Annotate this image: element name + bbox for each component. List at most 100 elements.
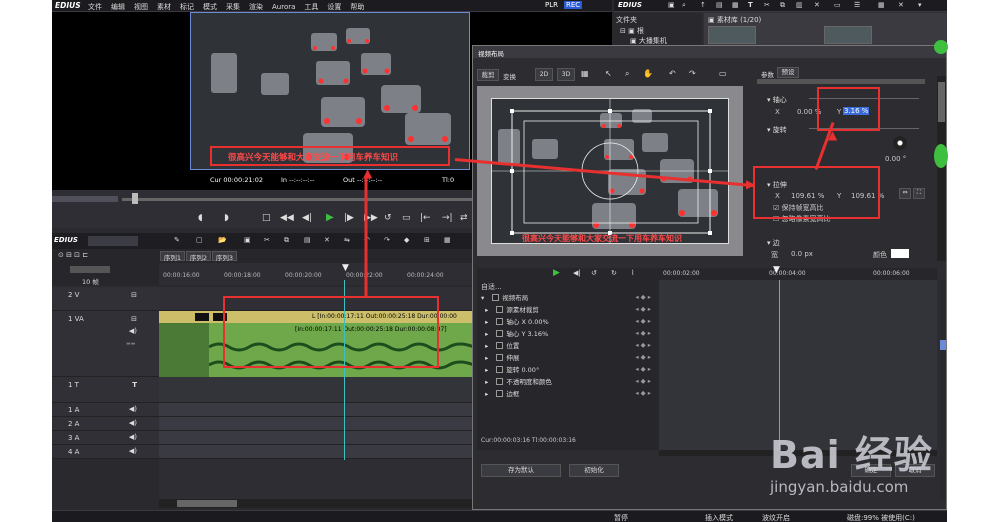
- status-ripple[interactable]: 波纹开启: [762, 513, 790, 522]
- property-row[interactable]: ▸ 位置 ◂ ◆ ▸: [481, 340, 653, 351]
- property-row[interactable]: ▸ 旋转 0.00° ◂ ◆ ▸: [481, 364, 653, 375]
- output-icon[interactable]: ▭: [402, 213, 411, 223]
- dialog-undo-icon[interactable]: ↶: [669, 69, 676, 78]
- speaker-icon[interactable]: ◀): [129, 419, 137, 427]
- keyframe-prev-icon[interactable]: ◀|: [573, 269, 581, 277]
- bin-search-icon[interactable]: ⌕: [682, 1, 686, 10]
- border-section[interactable]: ▾ 边: [767, 238, 780, 248]
- bin-paste-icon[interactable]: ▥: [796, 1, 803, 9]
- track-header[interactable]: 2 A ◀): [52, 417, 159, 431]
- dialog-redo-icon[interactable]: ↷: [689, 69, 696, 78]
- rotation-section[interactable]: ▾ 旋转: [767, 125, 787, 135]
- set-out-icon[interactable]: ◗: [224, 213, 229, 223]
- initialize-button[interactable]: 初始化: [569, 464, 619, 477]
- bin-menu-icon[interactable]: ▾: [918, 1, 922, 9]
- property-row[interactable]: ▸ 轴心 Y 3.16% ◂ ◆ ▸: [481, 328, 653, 339]
- timeline-track[interactable]: [159, 377, 474, 403]
- border-color-swatch[interactable]: [891, 249, 909, 258]
- track-tool-icon[interactable]: ⊙ ⊟ ⊡ ⊏: [58, 251, 88, 259]
- track-header[interactable]: 4 A ◀): [52, 445, 159, 459]
- bin-add-icon[interactable]: ▤: [716, 1, 723, 9]
- bin-copy-icon[interactable]: ⧉: [780, 1, 785, 10]
- step-back-icon[interactable]: ◀|: [302, 213, 312, 223]
- bin-folder-icon[interactable]: ▣: [668, 1, 675, 9]
- open-project-icon[interactable]: 📂: [218, 236, 227, 244]
- hand-tool-icon[interactable]: ✋: [643, 69, 653, 78]
- menu-view[interactable]: 视图: [134, 2, 148, 12]
- timeline-track[interactable]: [159, 403, 474, 417]
- bin-title-icon[interactable]: T: [748, 1, 753, 9]
- menu-edit[interactable]: 编辑: [111, 2, 125, 12]
- timeline-track[interactable]: [159, 445, 474, 459]
- timeline-track[interactable]: [159, 417, 474, 431]
- zoom-level[interactable]: 10 帧: [82, 276, 99, 286]
- paste-icon[interactable]: ▤: [304, 236, 311, 244]
- save-icon[interactable]: ▣: [244, 236, 251, 244]
- bin-list-icon[interactable]: ☰: [854, 1, 860, 9]
- tab-parameters[interactable]: 参数: [761, 69, 774, 79]
- mode-3d-button[interactable]: 3D: [557, 68, 575, 81]
- keyframe-loop-icon[interactable]: ↺: [591, 269, 597, 277]
- tab-presets[interactable]: 预设: [777, 67, 799, 78]
- menu-help[interactable]: 帮助: [350, 2, 364, 12]
- keyframe-reset-icon[interactable]: ↻: [611, 269, 617, 277]
- track-header[interactable]: 1 TT: [52, 377, 159, 403]
- loop-icon[interactable]: ↺: [384, 213, 392, 223]
- track-lock-icon[interactable]: ⊟: [131, 291, 137, 299]
- select-tool-icon[interactable]: ↖: [605, 69, 612, 78]
- insert-icon[interactable]: |←: [420, 213, 431, 223]
- bin-color-icon[interactable]: ▦: [732, 1, 739, 9]
- dialog-playhead-icon[interactable]: ▼: [773, 265, 780, 275]
- bin-grid-icon[interactable]: ▦: [878, 1, 885, 9]
- property-row[interactable]: ▾ 视频布局 ◂ ◆ ▸: [481, 292, 653, 303]
- border-width-value[interactable]: 0.0 px: [791, 250, 813, 258]
- speaker-icon[interactable]: ◀): [129, 447, 137, 455]
- timeline-track[interactable]: [159, 431, 474, 445]
- plr-label[interactable]: PLR: [545, 1, 558, 9]
- render-icon[interactable]: ▦: [444, 236, 451, 244]
- copy-icon[interactable]: ⧉: [284, 236, 289, 245]
- timeline-scrollbar[interactable]: [159, 499, 474, 508]
- cut-mode-icon[interactable]: ✎: [174, 236, 180, 244]
- speaker-icon[interactable]: ◀): [129, 405, 137, 413]
- property-row[interactable]: ▸ 伸展 ◂ ◆ ▸: [481, 352, 653, 363]
- rec-label[interactable]: REC: [564, 1, 583, 9]
- grid-toggle-icon[interactable]: ▦: [581, 69, 589, 78]
- save-default-button[interactable]: 存为默认: [481, 464, 561, 477]
- tab-sequence-2[interactable]: 序列2: [186, 251, 211, 262]
- tab-sequence-1[interactable]: 序列1: [160, 251, 185, 262]
- seek-handle[interactable]: [132, 193, 138, 204]
- folder-root[interactable]: ⊟ ▣ 根: [620, 26, 644, 36]
- step-forward-icon[interactable]: |▶: [344, 213, 354, 223]
- replace-icon[interactable]: ⇄: [460, 213, 468, 223]
- menu-settings[interactable]: 设置: [327, 2, 341, 12]
- stretch-width-button[interactable]: ⇔: [899, 188, 911, 199]
- keyframe-graph-icon[interactable]: ⌇: [631, 269, 634, 277]
- tab-transform[interactable]: 变换: [503, 71, 516, 81]
- menu-mode[interactable]: 模式: [203, 2, 217, 12]
- bin-close-icon[interactable]: ✕: [898, 1, 904, 9]
- bin-up-icon[interactable]: ↑: [700, 1, 706, 9]
- rotation-value[interactable]: 0.00 °: [885, 155, 906, 163]
- seek-bar[interactable]: [122, 198, 472, 201]
- track-header[interactable]: 2 V ⊟: [52, 287, 159, 311]
- tab-sequence-3[interactable]: 序列3: [212, 251, 237, 262]
- pivot-section[interactable]: ▾ 轴心: [767, 95, 787, 105]
- track-header[interactable]: 1 VA ⊟ ◀) ▬▬: [52, 311, 159, 377]
- menu-capture[interactable]: 采集: [226, 2, 240, 12]
- menu-tools[interactable]: 工具: [304, 2, 318, 12]
- bin-monitor-icon[interactable]: ▭: [834, 1, 841, 9]
- bin-delete-icon[interactable]: ✕: [814, 1, 820, 9]
- auto-dropdown[interactable]: 自适...: [481, 282, 502, 292]
- menu-marker[interactable]: 标记: [180, 2, 194, 12]
- tab-crop[interactable]: 裁剪: [477, 69, 499, 81]
- property-row[interactable]: ▸ 轴心 X 0.00% ◂ ◆ ▸: [481, 316, 653, 327]
- ripple-icon[interactable]: ⇋: [344, 236, 350, 244]
- property-row[interactable]: ▸ 源素材裁剪 ◂ ◆ ▸: [481, 304, 653, 315]
- menu-render[interactable]: 渲染: [249, 2, 263, 12]
- playhead-marker-icon[interactable]: ▼: [342, 263, 349, 273]
- scissors-icon[interactable]: ✂: [264, 236, 270, 244]
- time-ruler[interactable]: 00:00:16:00 00:00:18:00 00:00:20:00 00:0…: [159, 263, 474, 285]
- property-row[interactable]: ▸ 不透明度和颜色 ◂ ◆ ▸: [481, 376, 653, 387]
- bin-clip-thumbnail[interactable]: [708, 26, 756, 44]
